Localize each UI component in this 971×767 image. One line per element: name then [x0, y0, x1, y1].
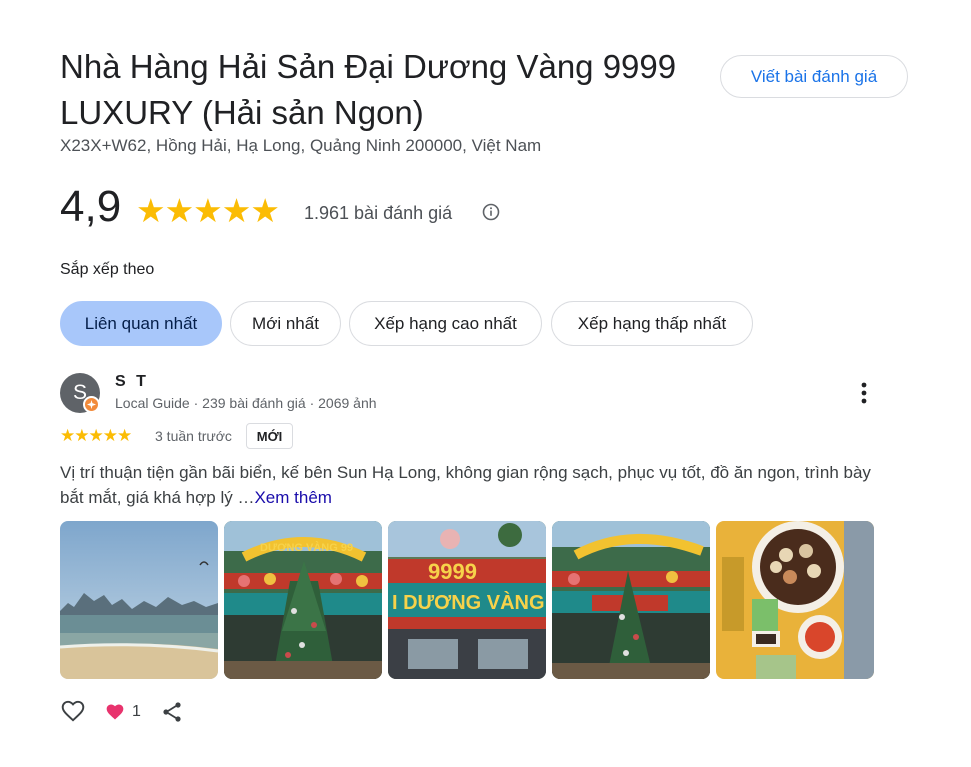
- reviewer-meta: Local Guide · 239 bài đánh giá · 2069 ản…: [115, 395, 377, 411]
- new-badge: MỚI: [246, 423, 293, 449]
- info-icon[interactable]: [482, 203, 500, 221]
- review-text: Vị trí thuận tiện gần bãi biển, kế bên S…: [60, 460, 890, 510]
- heart-outline-icon[interactable]: [60, 698, 86, 729]
- rating-stars: ★★★★★: [136, 192, 280, 229]
- heart-filled-icon: [105, 702, 125, 727]
- average-rating: 4,9: [60, 182, 122, 231]
- photo-seafood-dish[interactable]: [716, 521, 874, 679]
- review-body: Vị trí thuận tiện gần bãi biển, kế bên S…: [60, 463, 871, 507]
- reviewer-name[interactable]: S T: [115, 373, 149, 391]
- total-review-count: 1.961 bài đánh giá: [304, 203, 453, 223]
- photo-restaurant-front-tree-2[interactable]: [552, 521, 710, 679]
- see-more-link[interactable]: Xem thêm: [254, 488, 331, 507]
- sort-chip-newest[interactable]: Mới nhất: [230, 301, 341, 346]
- write-review-button[interactable]: Viết bài đánh giá: [720, 55, 908, 98]
- sort-label: Sắp xếp theo: [60, 261, 155, 278]
- photo-beach-bay[interactable]: [60, 521, 218, 679]
- local-guide-badge-icon: [83, 396, 100, 413]
- like-count: 1: [132, 703, 141, 720]
- sort-chip-most-relevant[interactable]: Liên quan nhất: [60, 301, 222, 346]
- more-vert-icon[interactable]: [852, 378, 876, 408]
- place-title: Nhà Hàng Hải Sản Đại Dương Vàng 9999 LUX…: [60, 48, 677, 131]
- photo-restaurant-front-tree[interactable]: DƯƠNG VÀNG 99: [224, 521, 382, 679]
- review-stars: ★★★★★: [60, 426, 132, 445]
- sign-text: 9999: [428, 559, 477, 584]
- sort-chip-lowest-rating[interactable]: Xếp hạng thấp nhất: [551, 301, 753, 346]
- share-icon[interactable]: [160, 700, 184, 729]
- sign-text: DƯƠNG VÀNG 99: [260, 541, 353, 554]
- review-time: 3 tuần trước: [155, 428, 232, 444]
- sort-chip-highest-rating[interactable]: Xếp hạng cao nhất: [349, 301, 542, 346]
- sign-text: I DƯƠNG VÀNG: [392, 591, 545, 614]
- place-address: X23X+W62, Hồng Hải, Hạ Long, Quảng Ninh …: [60, 136, 542, 155]
- photo-restaurant-sign-9999[interactable]: 9999 I DƯƠNG VÀNG: [388, 521, 546, 679]
